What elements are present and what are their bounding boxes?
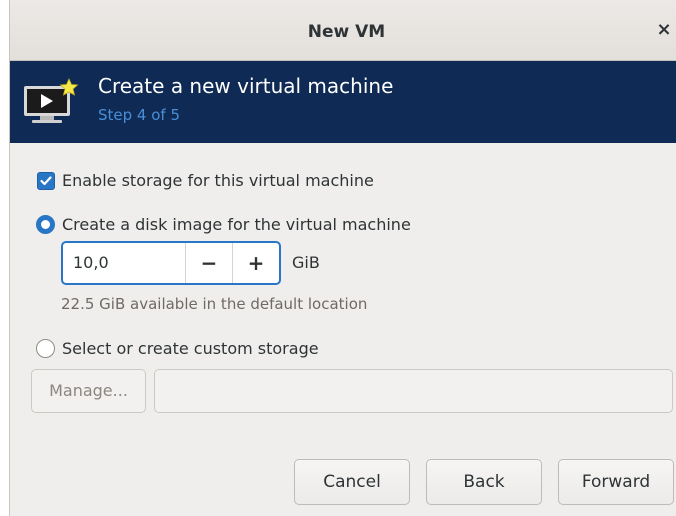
disk-size-unit: GiB: [292, 253, 320, 272]
wizard-header: Create a new virtual machine Step 4 of 5: [10, 61, 676, 143]
disk-image-radio[interactable]: [36, 215, 55, 234]
disk-size-input[interactable]: 10,0: [63, 243, 186, 283]
cancel-button[interactable]: Cancel: [294, 459, 410, 505]
back-button[interactable]: Back: [426, 459, 542, 505]
disk-size-spinner[interactable]: 10,0 − +: [61, 241, 281, 285]
custom-storage-path-input[interactable]: [154, 369, 673, 413]
storage-page: Enable storage for this virtual machine …: [10, 143, 676, 516]
checkmark-icon: [40, 175, 52, 185]
increment-button[interactable]: +: [233, 243, 279, 283]
disk-image-label: Create a disk image for the virtual mach…: [62, 215, 411, 234]
custom-storage-option[interactable]: Select or create custom storage: [36, 339, 319, 358]
enable-storage-row[interactable]: Enable storage for this virtual machine: [37, 171, 374, 190]
title-bar[interactable]: New VM ×: [10, 0, 676, 61]
available-space-hint: 22.5 GiB available in the default locati…: [61, 295, 368, 313]
close-icon[interactable]: ×: [654, 20, 674, 40]
custom-storage-label: Select or create custom storage: [62, 339, 319, 358]
window-title: New VM: [307, 22, 386, 42]
wizard-step-indicator: Step 4 of 5: [98, 106, 181, 124]
enable-storage-checkbox[interactable]: [37, 171, 55, 190]
disk-image-option[interactable]: Create a disk image for the virtual mach…: [36, 215, 411, 234]
custom-storage-radio[interactable]: [36, 339, 55, 358]
forward-button[interactable]: Forward: [558, 459, 674, 505]
wizard-title: Create a new virtual machine: [98, 74, 394, 98]
manage-button[interactable]: Manage...: [31, 369, 146, 413]
decrement-button[interactable]: −: [186, 243, 233, 283]
new-vm-dialog: New VM × Create a new virtual machine St…: [9, 0, 676, 516]
enable-storage-label: Enable storage for this virtual machine: [62, 171, 374, 190]
vm-display-icon: [24, 78, 79, 123]
